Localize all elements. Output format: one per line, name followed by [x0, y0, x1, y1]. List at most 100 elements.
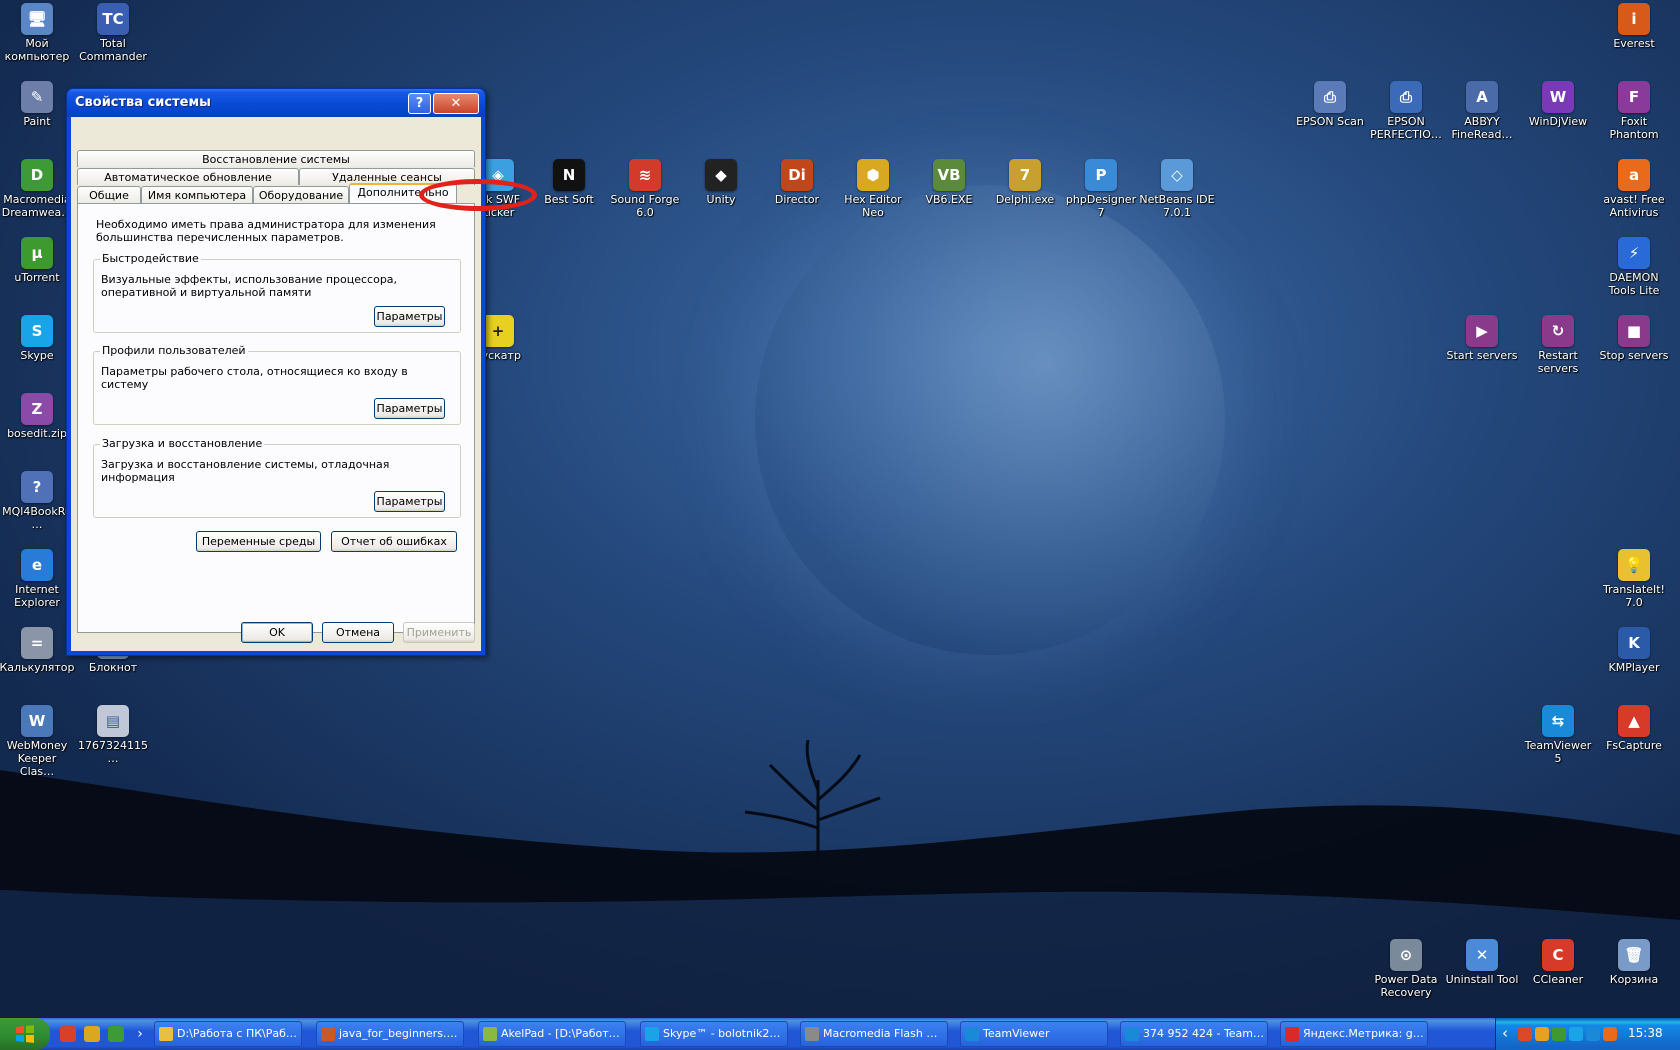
archive-icon: Z: [21, 393, 53, 425]
performance-settings-button[interactable]: Параметры: [374, 306, 445, 327]
help-file-icon: ?: [21, 471, 53, 503]
desktop-icon-daemon-tools[interactable]: ⚡ DAEMON Tools Lite: [1596, 237, 1672, 297]
taskbar: › D:\Работа с ПК\Раб… java_for_beginners…: [0, 1018, 1680, 1050]
lightbulb-icon: 💡: [1618, 549, 1650, 581]
clock[interactable]: 15:38: [1628, 1026, 1663, 1040]
task-akelpad[interactable]: AkelPad - [D:\Работ…: [478, 1021, 626, 1047]
flash-icon: [805, 1027, 819, 1041]
total-commander-icon: TC: [97, 3, 129, 35]
system-properties-dialog: Свойства системы ? ✕ Восстановление сист…: [66, 88, 537, 656]
desktop-icon-bosedit-zip[interactable]: Zbosedit.zip: [0, 393, 75, 440]
desktop-icon-start-servers[interactable]: ▶ Start servers: [1444, 315, 1520, 362]
desktop-icon-power-data-recovery[interactable]: ⊙ Power Data Recovery: [1368, 939, 1444, 999]
uuskatr-icon: +: [482, 315, 514, 347]
desktop-icon-calculator[interactable]: = Калькулятор: [0, 627, 75, 674]
daemon-tools-icon: ⚡: [1618, 237, 1650, 269]
task-explorer-folder[interactable]: D:\Работа с ПК\Раб…: [154, 1021, 302, 1047]
quicklaunch-more-button[interactable]: ›: [132, 1026, 148, 1042]
teamviewer-tray-icon[interactable]: [1586, 1027, 1600, 1041]
desktop-icon-sound-forge[interactable]: ≋ Sound Forge 6.0: [607, 159, 683, 219]
desktop-icon-file-1767324115[interactable]: ▤ 1767324115…: [75, 705, 151, 765]
network-tray-icon[interactable]: [1518, 1027, 1532, 1041]
desktop-icon-epson-scan[interactable]: ⎙ EPSON Scan: [1292, 81, 1368, 128]
paint-icon: ✎: [21, 81, 53, 113]
desktop-icon-uninstall-tool[interactable]: ✕ Uninstall Tool: [1444, 939, 1520, 986]
help-button[interactable]: ?: [408, 93, 431, 114]
task-teamviewer[interactable]: TeamViewer: [960, 1021, 1108, 1047]
user-profiles-group-title: Профили пользователей: [100, 344, 248, 357]
tray-expand-button[interactable]: ‹: [1502, 1024, 1508, 1042]
tab-general[interactable]: Общие: [77, 186, 141, 203]
dialog-title-bar[interactable]: Свойства системы ? ✕: [67, 89, 485, 117]
hex-editor-icon: ⬢: [857, 159, 889, 191]
desktop-icon-best-soft[interactable]: N Best Soft: [531, 159, 607, 206]
ok-button[interactable]: OK: [241, 622, 313, 643]
desktop-icon-recycle-bin[interactable]: 🗑 Корзина: [1596, 939, 1672, 986]
utorrent-icon: µ: [21, 237, 53, 269]
desktop-icon-director[interactable]: Di Director: [759, 159, 835, 206]
internet-explorer-icon: e: [21, 549, 53, 581]
desktop-icon-utorrent[interactable]: µ uTorrent: [0, 237, 75, 284]
desktop-icon-phpdesigner[interactable]: PphpDesigner 7: [1063, 159, 1139, 219]
desktop-icon-vb6[interactable]: VB VB6.EXE: [911, 159, 987, 206]
desktop-icon-total-commander[interactable]: TC Total Commander: [75, 3, 151, 63]
close-button[interactable]: ✕: [433, 93, 479, 114]
volume-tray-icon[interactable]: [1603, 1027, 1617, 1041]
restart-servers-icon: ↻: [1542, 315, 1574, 347]
tab-system-restore[interactable]: Восстановление системы: [77, 150, 475, 167]
task-java-for-beginners[interactable]: java_for_beginners….: [316, 1021, 464, 1047]
desktop-icon-avast[interactable]: a avast! Free Antivirus: [1596, 159, 1672, 219]
desktop-icon-windjview[interactable]: W WinDjView: [1520, 81, 1596, 128]
desktop-icon-abbyy-finereader[interactable]: A ABBYY FineRead…: [1444, 81, 1520, 141]
tab-automatic-updates[interactable]: Автоматическое обновление: [77, 168, 299, 185]
environment-variables-button[interactable]: Переменные среды: [196, 531, 321, 552]
stop-servers-icon: ■: [1618, 315, 1650, 347]
tab-computer-name[interactable]: Имя компьютера: [141, 186, 253, 203]
performance-description: Визуальные эффекты, использование процес…: [101, 273, 398, 299]
skype-tray-icon[interactable]: [1569, 1027, 1583, 1041]
hex-quicklaunch-icon[interactable]: [84, 1026, 100, 1042]
task-skype[interactable]: Skype™ - bolotnik2…: [640, 1021, 788, 1047]
cancel-button[interactable]: Отмена: [322, 622, 394, 643]
desktop-icon-foxit-phantom[interactable]: F Foxit Phantom: [1596, 81, 1672, 141]
chrome-quicklaunch-icon[interactable]: [60, 1026, 76, 1042]
task-macromedia-flash[interactable]: Macromedia Flash …: [800, 1021, 948, 1047]
user-profiles-description: Параметры рабочего стола, относящиеся ко…: [101, 365, 408, 391]
desktop-icon-unity[interactable]: ◆ Unity: [683, 159, 759, 206]
start-button[interactable]: [0, 1018, 50, 1050]
desktop-icon-netbeans[interactable]: ◇ NetBeans IDE 7.0.1: [1139, 159, 1215, 219]
teamviewer-icon: ⇆: [1542, 705, 1574, 737]
desktop-icon-translateit[interactable]: 💡 TranslateIt! 7.0: [1596, 549, 1672, 609]
desktop-icon-dreamweaver[interactable]: D Macromedia Dreamwea…: [0, 159, 75, 219]
desktop-icon-stop-servers[interactable]: ■ Stop servers: [1596, 315, 1672, 362]
desktop-icon-restart-servers[interactable]: ↻ Restart servers: [1520, 315, 1596, 375]
desktop-icon-teamviewer[interactable]: ⇆ TeamViewer 5: [1520, 705, 1596, 765]
user-profiles-settings-button[interactable]: Параметры: [374, 398, 445, 419]
desktop-icon-ccleaner[interactable]: C CCleaner: [1520, 939, 1596, 986]
dialog-title: Свойства системы: [75, 95, 211, 110]
desktop-icon-hex-editor-neo[interactable]: ⬢ Hex Editor Neo: [835, 159, 911, 219]
desktop-icon-paint[interactable]: ✎ Paint: [0, 81, 75, 128]
utorrent-tray-icon[interactable]: [1552, 1027, 1566, 1041]
desktop-icon-fscapture[interactable]: ▲ FsCapture: [1596, 705, 1672, 752]
task-yandex-metrika[interactable]: Яндекс.Метрика: g…: [1280, 1021, 1428, 1047]
desktop-icon-internet-explorer[interactable]: e Internet Explorer: [0, 549, 75, 609]
desktop-icon-my-computer[interactable]: 🖥 Мой компьютер: [0, 3, 75, 63]
desktop-icon-webmoney[interactable]: W WebMoney Keeper Clas…: [0, 705, 75, 778]
skype-icon: [645, 1027, 659, 1041]
start-servers-icon: ▶: [1466, 315, 1498, 347]
apply-button[interactable]: Применить: [403, 622, 475, 643]
desktop-icon-skype[interactable]: S Skype: [0, 315, 75, 362]
desktop-icon-delphi[interactable]: 7 Delphi.exe: [987, 159, 1063, 206]
avast-icon: a: [1618, 159, 1650, 191]
tab-hardware[interactable]: Оборудование: [253, 186, 349, 203]
desktop-icon-mql4book[interactable]: ? MQl4BookRu…: [0, 471, 75, 531]
desktop-icon-epson-perfection[interactable]: ⎙ EPSON PERFECTIO…: [1368, 81, 1444, 141]
task-teamviewer-session[interactable]: 374 952 424 - Team…: [1120, 1021, 1268, 1047]
desktop-icon-kmplayer[interactable]: K KMPlayer: [1596, 627, 1672, 674]
error-reporting-button[interactable]: Отчет об ошибках: [331, 531, 457, 552]
startup-recovery-settings-button[interactable]: Параметры: [374, 491, 445, 512]
dreamweaver-quicklaunch-icon[interactable]: [108, 1026, 124, 1042]
desktop-icon-everest[interactable]: i Everest: [1596, 3, 1672, 50]
avast-tray-icon[interactable]: [1535, 1027, 1549, 1041]
